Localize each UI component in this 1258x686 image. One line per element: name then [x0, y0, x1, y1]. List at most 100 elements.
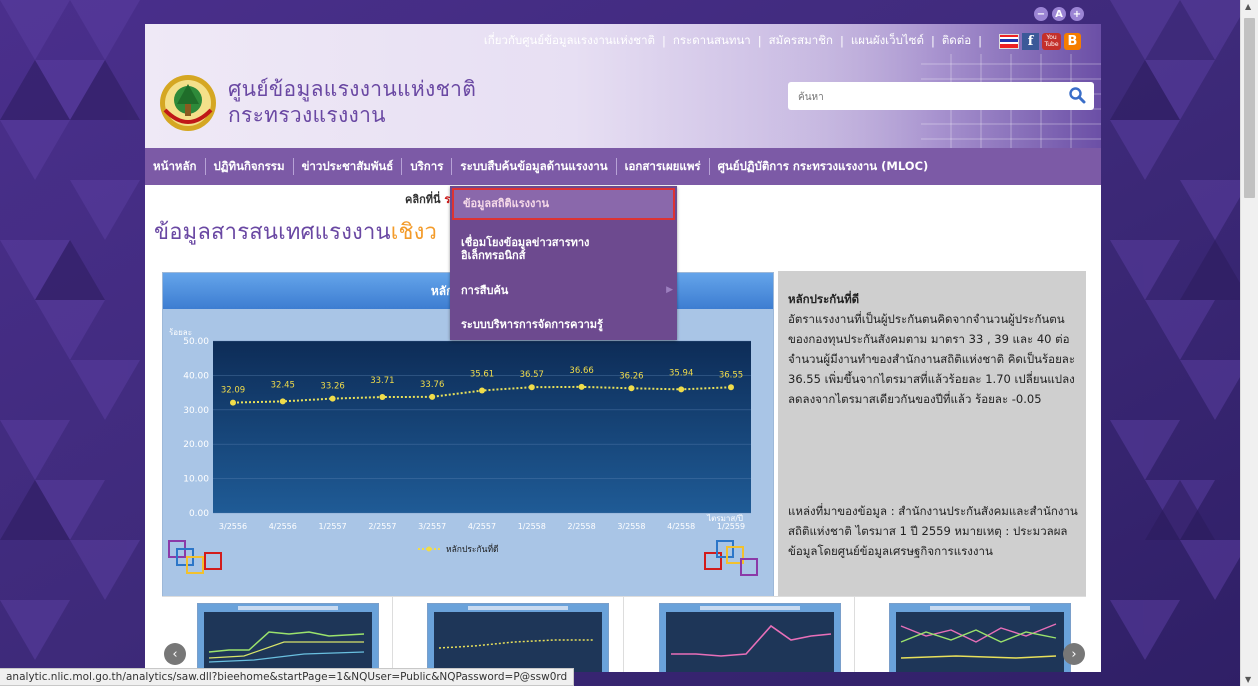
social-links: f You Tube B: [999, 32, 1081, 50]
x-tick-label: 3/2556: [219, 522, 247, 531]
x-axis-label: ไตรมาส/ปี: [706, 514, 743, 523]
site-title[interactable]: ศูนย์ข้อมูลแรงงานแห่งชาติ กระทรวงแรงงาน: [228, 76, 476, 128]
carousel-thumb[interactable]: [427, 603, 609, 672]
menu-item-search[interactable]: การสืบค้น ▶: [450, 284, 677, 297]
data-label: 35.61: [470, 370, 494, 380]
menu-item-label: การสืบค้น: [461, 284, 509, 297]
info-body: อัตราแรงงานที่เป็นผู้ประกันตนคิดจากจำนวน…: [788, 312, 1076, 406]
data-label: 36.66: [569, 366, 593, 376]
link-forum[interactable]: กระดานสนทนา: [673, 32, 751, 50]
youtube-icon[interactable]: You Tube: [1042, 32, 1061, 50]
nav-news[interactable]: ข่าวประชาสัมพันธ์: [294, 158, 403, 175]
ministry-logo[interactable]: [159, 74, 217, 132]
font-size-tools: − A +: [1034, 7, 1084, 21]
chart-carousel: [162, 596, 1086, 672]
x-tick-label: 1/2558: [518, 522, 546, 531]
nav-services[interactable]: บริการ: [402, 158, 453, 175]
data-label: 32.09: [221, 386, 245, 396]
nav-calendar[interactable]: ปฏิทินกิจกรรม: [206, 158, 294, 175]
scroll-down-icon[interactable]: ▼: [1245, 675, 1251, 684]
page-container: เกี่ยวกับศูนย์ข้อมูลแรงงานแห่งชาติ | กระ…: [145, 24, 1101, 672]
thumb-chart: [204, 612, 372, 672]
font-decrease-button[interactable]: −: [1034, 7, 1048, 21]
x-tick-label: 4/2557: [468, 522, 496, 531]
data-point: [479, 387, 485, 394]
info-panel: หลักประกันที่ดี อัตราแรงงานที่เป็นผู้ประ…: [778, 271, 1086, 596]
scroll-up-icon[interactable]: ▲: [1245, 2, 1251, 11]
facebook-icon[interactable]: f: [1022, 32, 1039, 50]
y-tick-label: 0.00: [189, 509, 209, 519]
data-label: 36.55: [719, 370, 743, 380]
link-sitemap[interactable]: แผนผังเว็บไซต์: [851, 32, 924, 50]
data-label: 36.57: [520, 370, 544, 380]
carousel-thumb[interactable]: [889, 603, 1071, 672]
divider: [392, 597, 393, 672]
blogger-icon[interactable]: B: [1064, 32, 1081, 50]
search-input[interactable]: [788, 82, 1060, 112]
data-point: [429, 393, 436, 400]
thumb-caption: [238, 606, 338, 610]
data-point: [528, 384, 535, 391]
thumb-caption: [930, 606, 1030, 610]
y-axis-label: ร้อยละ: [169, 328, 192, 337]
separator: |: [930, 34, 935, 48]
separator: |: [757, 34, 762, 48]
scrollbar-thumb[interactable]: [1244, 18, 1255, 198]
separator: |: [839, 34, 844, 48]
y-tick-label: 20.00: [183, 440, 209, 450]
nav-mloc[interactable]: ศูนย์ปฏิบัติการ กระทรวงแรงงาน (MLOC): [710, 158, 937, 175]
x-tick-label: 4/2558: [667, 522, 695, 531]
menu-item-electronic-info[interactable]: เชื่อมโยงข้อมูลข่าวสารทาง อิเล็กทรอนิกส์: [450, 236, 677, 262]
carousel-next-button[interactable]: ›: [1063, 643, 1085, 665]
thumb-caption: [468, 606, 568, 610]
thumb-caption: [700, 606, 800, 610]
font-reset-button[interactable]: A: [1052, 7, 1066, 21]
x-tick-label: 3/2558: [617, 522, 645, 531]
data-point: [728, 384, 734, 391]
thumb-chart: [666, 612, 834, 672]
site-title-line1: ศูนย์ข้อมูลแรงงานแห่งชาติ: [228, 77, 477, 101]
line-chart: 0.00 10.00 20.00 30.00 40.00 50.00ร้อยละ 3/255…: [163, 309, 773, 597]
link-contact[interactable]: ติดต่อ: [942, 32, 971, 50]
nav-home[interactable]: หน้าหลัก: [145, 158, 206, 175]
flag-icon[interactable]: [999, 33, 1019, 49]
thumb-chart: [896, 612, 1064, 672]
info-source: แหล่งที่มาของข้อมูล : สำนักงานประกันสังค…: [788, 504, 1078, 558]
nav-labour-search[interactable]: ระบบสืบค้นข้อมูลด้านแรงงาน: [452, 158, 617, 175]
nav-publications[interactable]: เอกสารเผยแพร่: [617, 158, 710, 175]
link-about[interactable]: เกี่ยวกับศูนย์ข้อมูลแรงงานแห่งชาติ: [484, 32, 655, 50]
top-strip: [0, 0, 1240, 4]
vertical-scrollbar[interactable]: ▲ ▼: [1240, 0, 1258, 686]
menu-item-labour-statistics[interactable]: ข้อมูลสถิติแรงงาน: [452, 188, 675, 220]
x-tick-label: 1/2557: [319, 522, 347, 531]
data-point: [329, 395, 336, 402]
page-title-highlight: เชิงว: [390, 220, 438, 245]
top-links: เกี่ยวกับศูนย์ข้อมูลแรงงานแห่งชาติ | กระ…: [484, 32, 1081, 50]
y-tick-label: 50.00: [183, 337, 209, 347]
carousel-thumb[interactable]: [197, 603, 379, 672]
divider: [854, 597, 855, 672]
legend-label: หลักประกันที่ดี: [446, 543, 499, 555]
carousel-prev-button[interactable]: ‹: [164, 643, 186, 665]
data-label: 33.26: [320, 382, 344, 392]
search-icon[interactable]: [1068, 86, 1086, 104]
font-increase-button[interactable]: +: [1070, 7, 1084, 21]
y-tick-label: 30.00: [183, 406, 209, 416]
thumb-chart: [434, 612, 602, 672]
link-register[interactable]: สมัครสมาชิก: [769, 32, 833, 50]
data-point: [279, 398, 286, 405]
data-label: 32.45: [271, 380, 295, 390]
info-title: หลักประกันที่ดี: [788, 292, 860, 306]
data-point: [628, 385, 635, 392]
data-label: 36.26: [619, 371, 643, 381]
menu-item-knowledge-management[interactable]: ระบบบริหารการจัดการความรู้: [450, 318, 677, 331]
main-nav: หน้าหลัก ปฏิทินกิจกรรม ข่าวประชาสัมพันธ์…: [145, 148, 1101, 185]
x-tick-label: 1/2559: [717, 522, 745, 531]
data-point: [230, 399, 236, 406]
x-tick-label: 2/2557: [368, 522, 396, 531]
data-point: [379, 394, 386, 401]
carousel-thumb[interactable]: [659, 603, 841, 672]
menu-item-line: อิเล็กทรอนิกส์: [461, 249, 526, 262]
separator: |: [662, 34, 666, 48]
x-tick-label: 4/2556: [269, 522, 297, 531]
